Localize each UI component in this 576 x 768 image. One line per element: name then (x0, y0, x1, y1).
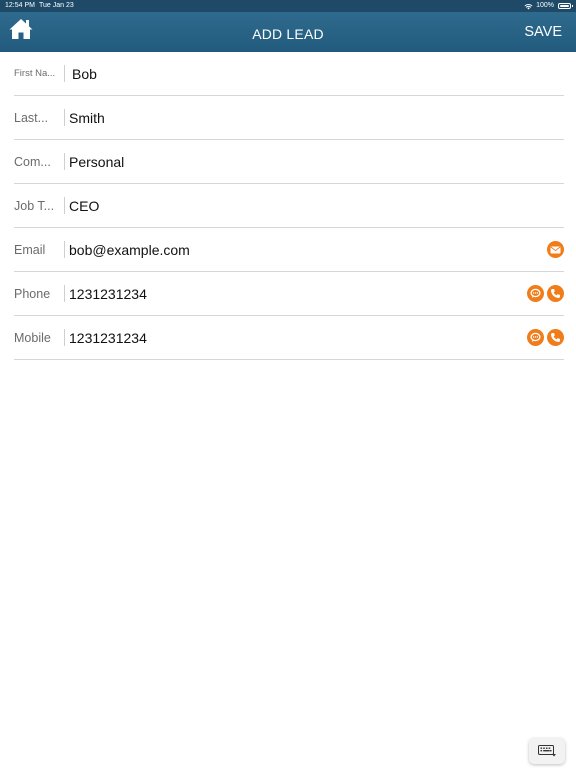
keyboard-dismiss-button[interactable] (529, 738, 565, 764)
send-email-button[interactable] (547, 241, 564, 258)
lead-form: First Na... Bob Last... Smith Com... Per… (14, 52, 564, 360)
mobile-input[interactable]: 1231231234 (69, 316, 147, 360)
status-indicators: 100% (524, 0, 573, 12)
divider (64, 109, 65, 126)
phone-label: Phone (14, 287, 51, 301)
phone-call-button[interactable] (547, 285, 564, 302)
battery-icon (558, 3, 573, 9)
phone-icon (551, 289, 560, 298)
last-name-label: Last... (14, 111, 49, 125)
email-input[interactable]: bob@example.com (69, 228, 190, 272)
nav-bar: ADD LEAD SAVE (0, 12, 576, 52)
mobile-message-button[interactable] (527, 329, 544, 346)
email-row: Email bob@example.com (14, 228, 564, 272)
mobile-call-button[interactable] (547, 329, 564, 346)
mobile-row: Mobile 1231231234 (14, 316, 564, 360)
divider (64, 285, 65, 302)
divider (64, 65, 65, 82)
phone-actions (527, 285, 564, 302)
divider (64, 153, 65, 170)
first-name-input[interactable]: Bob (72, 52, 97, 96)
page-title: ADD LEAD (252, 26, 324, 42)
phone-input[interactable]: 1231231234 (69, 272, 147, 316)
phone-icon (551, 333, 560, 342)
divider (64, 329, 65, 346)
first-name-row: First Na... Bob (14, 52, 564, 96)
job-title-row: Job T... CEO (14, 184, 564, 228)
status-date: Tue Jan 23 (39, 2, 74, 9)
phone-message-button[interactable] (527, 285, 544, 302)
last-name-row: Last... Smith (14, 96, 564, 140)
mail-icon (550, 246, 561, 253)
job-title-label: Job T... (14, 199, 55, 213)
first-name-label: First Na... (14, 68, 56, 79)
chat-icon (530, 288, 541, 298)
phone-row: Phone 1231231234 (14, 272, 564, 316)
company-input[interactable]: Personal (69, 140, 124, 184)
mobile-label: Mobile (14, 331, 51, 345)
chat-icon (530, 332, 541, 342)
save-button[interactable]: SAVE (524, 12, 562, 52)
wifi-icon (524, 3, 533, 9)
mobile-actions (527, 329, 564, 346)
email-actions (547, 241, 564, 258)
company-label: Com... (14, 155, 51, 169)
divider (64, 241, 65, 258)
job-title-input[interactable]: CEO (69, 184, 99, 228)
keyboard-icon (538, 745, 556, 757)
status-time: 12:54 PM (5, 2, 35, 9)
divider (64, 197, 65, 214)
email-label: Email (14, 243, 46, 257)
company-row: Com... Personal (14, 140, 564, 184)
battery-percent: 100% (536, 2, 554, 9)
status-bar: 12:54 PM Tue Jan 23 100% (0, 0, 576, 12)
last-name-input[interactable]: Smith (69, 96, 105, 140)
